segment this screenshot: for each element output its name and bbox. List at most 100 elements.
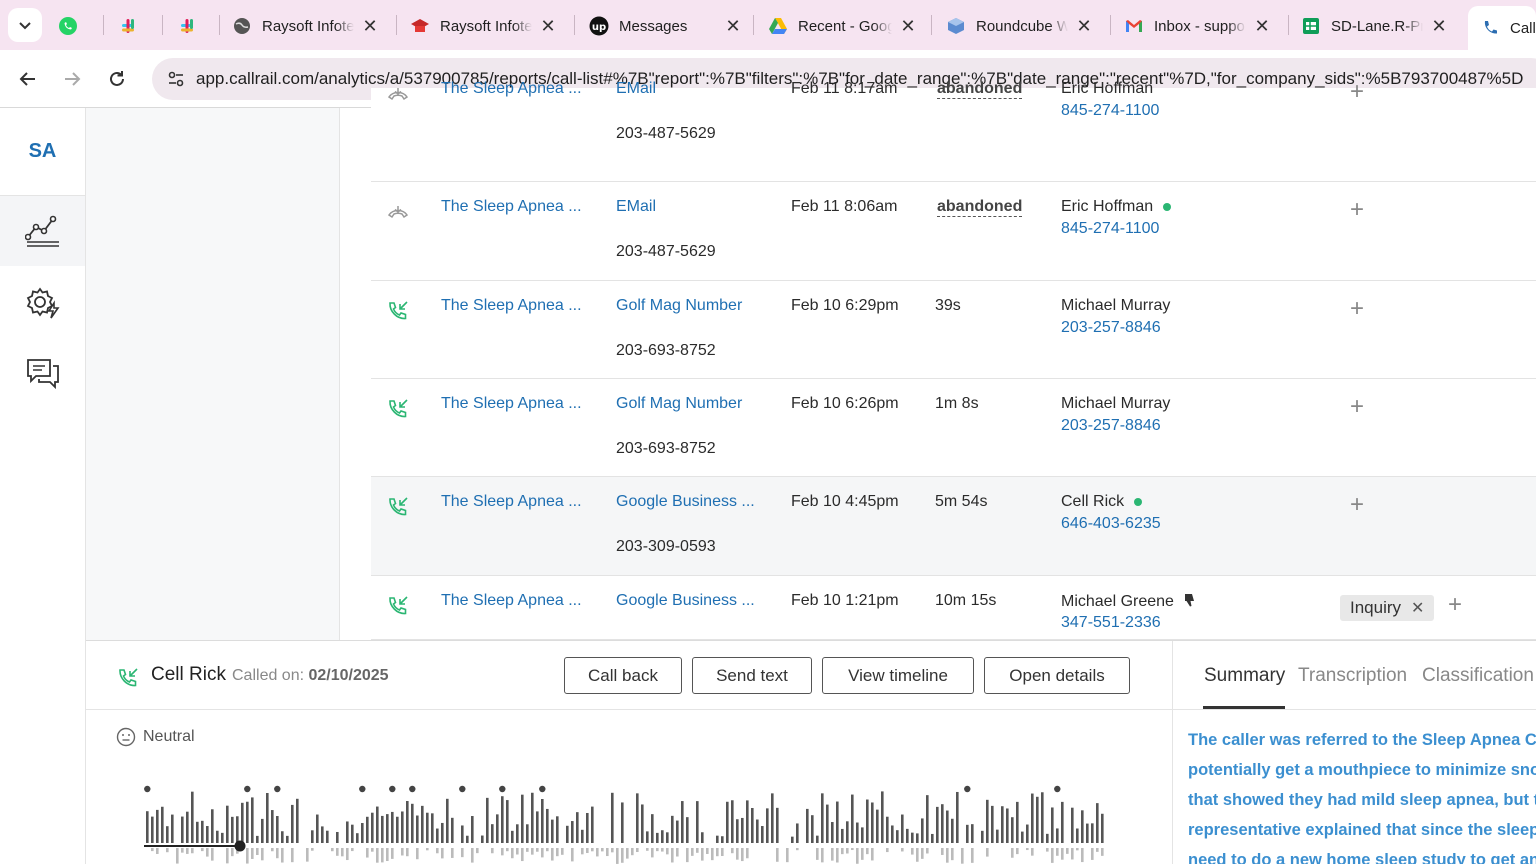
- tab-callrail-active[interactable]: Call: [1468, 6, 1536, 50]
- tab-raysoft-1[interactable]: Raysoft Infotech ✕: [232, 6, 386, 46]
- waveform-bar-top: [426, 812, 429, 843]
- waveform-bar-bottom: [631, 848, 634, 856]
- company-link[interactable]: The Sleep Apnea ...: [441, 297, 582, 315]
- forward-button[interactable]: [56, 63, 88, 95]
- add-tag-icon[interactable]: +: [1350, 78, 1364, 106]
- caller-name-text: Cell Rick: [1061, 493, 1125, 510]
- tab-messages[interactable]: up Messages ✕: [589, 6, 743, 46]
- add-tag-icon[interactable]: +: [1448, 591, 1462, 619]
- caller-phone-link[interactable]: 845-274-1100: [1061, 102, 1159, 120]
- tab-roundcube[interactable]: Roundcube Webmail ✕: [946, 6, 1100, 46]
- waveform-marker: [409, 785, 416, 793]
- waveform-bar-bottom: [336, 848, 339, 856]
- remove-tag-icon[interactable]: ✕: [1411, 598, 1424, 618]
- tab-sheets[interactable]: SD-Lane.R-Prod ✕: [1301, 6, 1455, 46]
- sidebar-item-conversations[interactable]: [0, 338, 85, 408]
- site-info-icon[interactable]: [156, 59, 196, 99]
- tab-search-button[interactable]: [8, 8, 42, 42]
- add-tag-icon[interactable]: +: [1350, 295, 1364, 323]
- caller-phone-link[interactable]: 845-274-1100: [1061, 220, 1159, 238]
- playback-scrubber-handle: [234, 840, 246, 852]
- company-link[interactable]: The Sleep Apnea ...: [441, 80, 582, 98]
- tab-gmail[interactable]: Inbox - support ✕: [1124, 6, 1278, 46]
- tab-whatsapp[interactable]: [58, 6, 92, 46]
- caller-phone-link[interactable]: 347-551-2336: [1061, 614, 1161, 632]
- tab-classification[interactable]: Classification: [1422, 665, 1534, 687]
- tab-slack-2[interactable]: [177, 6, 211, 46]
- source-link[interactable]: EMail: [616, 80, 656, 98]
- waveform-bar-top: [496, 814, 499, 843]
- reload-button[interactable]: [101, 63, 133, 95]
- waveform-bar-top: [211, 809, 214, 843]
- company-link[interactable]: The Sleep Apnea ...: [441, 395, 582, 413]
- source-link[interactable]: Google Business ...: [616, 493, 755, 511]
- company-link[interactable]: The Sleep Apnea ...: [441, 198, 582, 216]
- waveform-bar-top: [541, 798, 544, 843]
- add-tag-icon[interactable]: +: [1350, 491, 1364, 519]
- send-text-button[interactable]: Send text: [692, 657, 812, 694]
- close-icon[interactable]: ✕: [1429, 16, 1449, 36]
- close-icon[interactable]: ✕: [1252, 16, 1272, 36]
- caller-name: Michael Murray: [1061, 297, 1170, 315]
- caller-phone-link[interactable]: 646-403-6235: [1061, 515, 1161, 533]
- table-row[interactable]: The Sleep Apnea ... Golf Mag Number 203-69…: [371, 379, 1536, 477]
- call-back-button[interactable]: Call back: [564, 657, 682, 694]
- view-timeline-button[interactable]: View timeline: [822, 657, 974, 694]
- tab-transcription[interactable]: Transcription: [1298, 665, 1407, 687]
- waveform-bar-top: [186, 811, 189, 843]
- open-details-button[interactable]: Open details: [984, 657, 1130, 694]
- call-duration[interactable]: abandoned: [937, 198, 1023, 217]
- source-link[interactable]: Golf Mag Number: [616, 395, 742, 413]
- waveform-bar-bottom: [916, 848, 919, 862]
- table-row[interactable]: The Sleep Apnea ... EMail 203-487-5629 Feb …: [371, 78, 1536, 182]
- source-link[interactable]: Google Business ...: [616, 592, 755, 610]
- waveform-bar-bottom: [581, 848, 584, 855]
- caller-phone-link[interactable]: 203-257-8846: [1061, 319, 1161, 337]
- tab-slack-1[interactable]: [118, 6, 152, 46]
- source-link[interactable]: EMail: [616, 198, 656, 216]
- waveform-bar-bottom: [621, 848, 624, 863]
- table-row[interactable]: The Sleep Apnea ... Google Business ... Fe…: [371, 576, 1536, 640]
- tab-raysoft-2[interactable]: Raysoft Infotech ✕: [410, 6, 564, 46]
- call-duration[interactable]: abandoned: [937, 80, 1023, 99]
- summary-line: potentially get a mouthpiece to minimize…: [1188, 761, 1536, 779]
- close-icon[interactable]: ✕: [360, 16, 380, 36]
- waveform-bar-top: [996, 829, 999, 843]
- source-link[interactable]: Golf Mag Number: [616, 297, 742, 315]
- waveform-bar-top: [531, 792, 534, 843]
- close-icon[interactable]: ✕: [538, 16, 558, 36]
- waveform-bar-top: [246, 801, 249, 843]
- close-icon[interactable]: ✕: [1074, 16, 1094, 36]
- caller-phone-link[interactable]: 203-257-8846: [1061, 417, 1161, 435]
- tab-summary[interactable]: Summary: [1204, 665, 1285, 687]
- browser-tab-bar: Raysoft Infotech ✕ Raysoft Infotech ✕ up…: [0, 0, 1536, 50]
- sidebar-item-reports[interactable]: [0, 196, 85, 266]
- waveform-bar-bottom: [601, 848, 604, 852]
- add-tag-icon[interactable]: +: [1350, 196, 1364, 224]
- called-on-date: 02/10/2025: [308, 667, 389, 684]
- tab-google-drive[interactable]: Recent - Google Drive ✕: [768, 6, 922, 46]
- table-row[interactable]: The Sleep Apnea ... EMail 203-487-5629 Feb …: [371, 182, 1536, 281]
- back-button[interactable]: [12, 63, 44, 95]
- table-row[interactable]: The Sleep Apnea ... Golf Mag Number 203-69…: [371, 281, 1536, 379]
- table-row[interactable]: The Sleep Apnea ... Google Business ... 20…: [371, 477, 1536, 576]
- close-icon[interactable]: ✕: [898, 16, 918, 36]
- sidebar-item-settings[interactable]: [0, 268, 85, 338]
- waveform-bar-bottom: [886, 848, 889, 853]
- waveform-bar-bottom: [391, 848, 394, 859]
- waveform-bar-top: [521, 794, 524, 843]
- waveform-marker: [964, 785, 971, 793]
- company-link[interactable]: The Sleep Apnea ...: [441, 592, 582, 610]
- sheets-icon: [1301, 16, 1321, 36]
- company-link[interactable]: The Sleep Apnea ...: [441, 493, 582, 511]
- waveform-bar-bottom: [531, 848, 534, 855]
- waveform-bar-top: [296, 798, 299, 843]
- waveform-bar-bottom: [636, 848, 639, 853]
- waveform-bar-top: [896, 830, 899, 843]
- waveform-bar-bottom: [1031, 848, 1034, 856]
- account-logo[interactable]: SA: [0, 108, 85, 196]
- close-icon[interactable]: ✕: [723, 16, 743, 36]
- waveform-bar-bottom: [376, 848, 379, 863]
- audio-waveform[interactable]: [142, 781, 1112, 864]
- add-tag-icon[interactable]: +: [1350, 393, 1364, 421]
